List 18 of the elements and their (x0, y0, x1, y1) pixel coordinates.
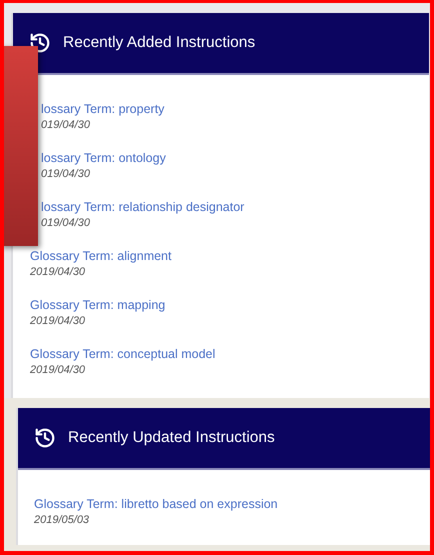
instruction-link[interactable]: Glossary Term: mapping (30, 298, 166, 312)
panel-title: Recently Added Instructions (63, 34, 256, 52)
instruction-link[interactable]: lossary Term: ontology (41, 151, 166, 165)
instruction-date: 2019/05/03 (34, 514, 90, 526)
instruction-date: 019/04/30 (41, 119, 90, 131)
instruction-date: 019/04/30 (41, 168, 90, 180)
instruction-date: 019/04/30 (41, 217, 90, 229)
instruction-link[interactable]: Glossary Term: alignment (30, 249, 172, 263)
instruction-link[interactable]: lossary Term: property (41, 102, 164, 116)
instruction-date: 2019/04/30 (30, 315, 86, 327)
history-icon (29, 32, 51, 54)
panel-title: Recently Updated Instructions (68, 429, 275, 447)
history-icon (34, 427, 56, 449)
instruction-date: 2019/04/30 (30, 266, 86, 278)
instruction-date: 2019/04/30 (30, 364, 86, 376)
instruction-link[interactable]: Glossary Term: conceptual model (30, 347, 216, 361)
instruction-link[interactable]: Glossary Term: libretto based on expression (34, 497, 278, 511)
instruction-link[interactable]: lossary Term: relationship designator (41, 200, 244, 214)
